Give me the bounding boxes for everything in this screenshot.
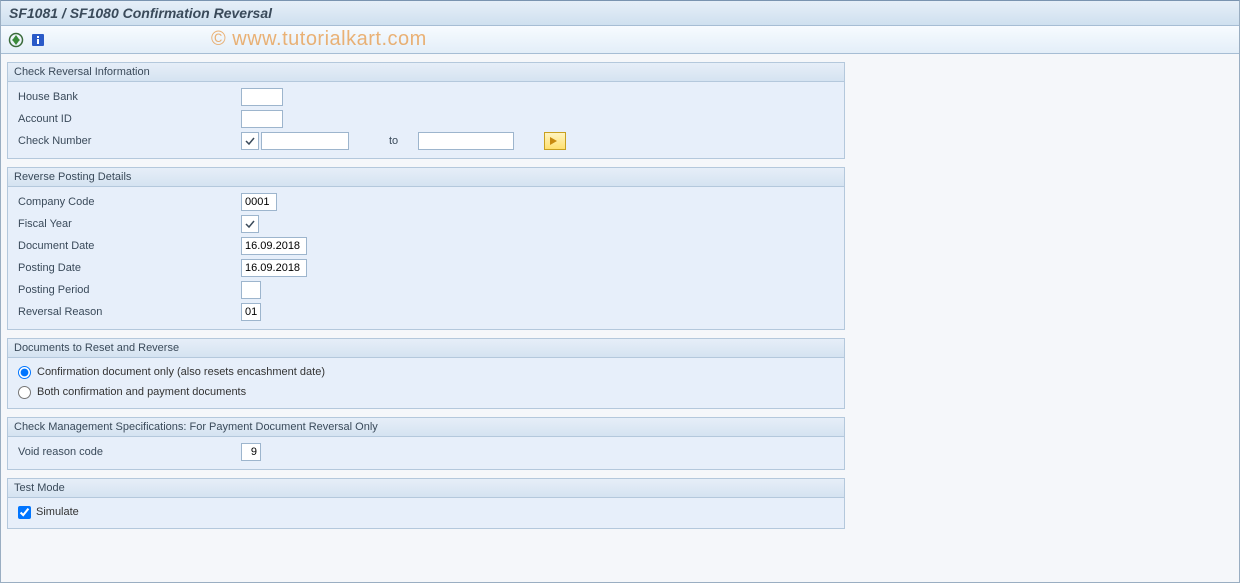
house-bank-input[interactable]: [241, 88, 283, 106]
check-number-to-input[interactable]: [418, 132, 514, 150]
posting-period-input[interactable]: [241, 281, 261, 299]
company-code-input[interactable]: [241, 193, 277, 211]
group-documents-reset-header: Documents to Reset and Reverse: [8, 339, 844, 358]
check-number-from-input[interactable]: [261, 132, 349, 150]
posting-date-label: Posting Date: [16, 262, 241, 274]
simulate-checkbox[interactable]: [18, 506, 31, 519]
to-label: to: [389, 135, 398, 147]
info-icon[interactable]: [29, 31, 47, 49]
multiple-selection-button[interactable]: [544, 132, 566, 150]
window: SF1081 / SF1080 Confirmation Reversal © …: [0, 0, 1240, 583]
fiscal-year-label: Fiscal Year: [16, 218, 241, 230]
reversal-reason-label: Reversal Reason: [16, 306, 241, 318]
posting-period-label: Posting Period: [16, 284, 241, 296]
group-check-reversal-header: Check Reversal Information: [8, 63, 844, 82]
fiscal-year-input[interactable]: [259, 215, 265, 233]
check-number-label: Check Number: [16, 135, 241, 147]
radio-both-documents[interactable]: Both confirmation and payment documents: [16, 382, 836, 402]
account-id-label: Account ID: [16, 113, 241, 125]
group-check-reversal: Check Reversal Information House Bank Ac…: [7, 62, 845, 159]
void-reason-label: Void reason code: [16, 446, 241, 458]
page-title: SF1081 / SF1080 Confirmation Reversal: [9, 5, 272, 21]
group-check-management-header: Check Management Specifications: For Pay…: [8, 418, 844, 437]
toolbar: © www.tutorialkart.com: [1, 26, 1239, 54]
radio-both-documents-input[interactable]: [18, 386, 31, 399]
simulate-label: Simulate: [36, 506, 79, 518]
watermark-text: © www.tutorialkart.com: [211, 28, 427, 51]
void-reason-input[interactable]: [241, 443, 261, 461]
company-code-label: Company Code: [16, 196, 241, 208]
execute-icon[interactable]: [7, 31, 25, 49]
fiscal-year-required-icon: [241, 215, 259, 233]
radio-both-documents-label: Both confirmation and payment documents: [37, 386, 246, 398]
radio-confirmation-only-label: Confirmation document only (also resets …: [37, 366, 325, 378]
check-number-required-icon: [241, 132, 259, 150]
radio-confirmation-only[interactable]: Confirmation document only (also resets …: [16, 362, 836, 382]
reversal-reason-input[interactable]: [241, 303, 261, 321]
posting-date-input[interactable]: [241, 259, 307, 277]
group-check-management: Check Management Specifications: For Pay…: [7, 417, 845, 470]
simulate-checkbox-row[interactable]: Simulate: [16, 502, 836, 522]
content: Check Reversal Information House Bank Ac…: [1, 54, 1239, 537]
group-reverse-posting-header: Reverse Posting Details: [8, 168, 844, 187]
radio-confirmation-only-input[interactable]: [18, 366, 31, 379]
document-date-label: Document Date: [16, 240, 241, 252]
group-reverse-posting: Reverse Posting Details Company Code Fis…: [7, 167, 845, 330]
account-id-input[interactable]: [241, 110, 283, 128]
group-test-mode: Test Mode Simulate: [7, 478, 845, 529]
group-documents-reset: Documents to Reset and Reverse Confirmat…: [7, 338, 845, 409]
house-bank-label: House Bank: [16, 91, 241, 103]
title-bar: SF1081 / SF1080 Confirmation Reversal: [1, 1, 1239, 26]
group-test-mode-header: Test Mode: [8, 479, 844, 498]
document-date-input[interactable]: [241, 237, 307, 255]
